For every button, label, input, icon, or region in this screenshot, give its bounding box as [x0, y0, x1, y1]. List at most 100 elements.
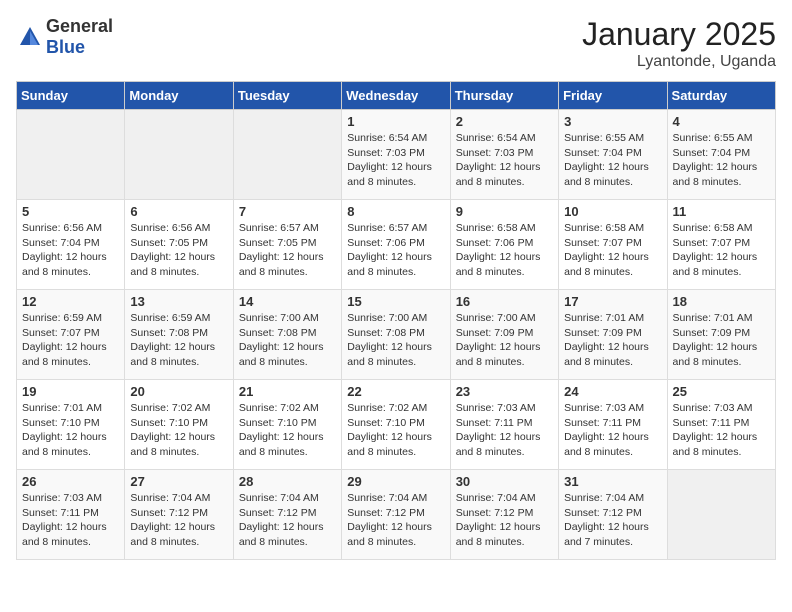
- day-number: 17: [564, 294, 661, 309]
- day-number: 12: [22, 294, 119, 309]
- cell-daylight-info: Sunrise: 6:58 AMSunset: 7:06 PMDaylight:…: [456, 221, 553, 280]
- day-number: 1: [347, 114, 444, 129]
- cell-daylight-info: Sunrise: 6:54 AMSunset: 7:03 PMDaylight:…: [456, 131, 553, 190]
- day-number: 3: [564, 114, 661, 129]
- cell-daylight-info: Sunrise: 7:01 AMSunset: 7:10 PMDaylight:…: [22, 401, 119, 460]
- calendar-week-row: 1 Sunrise: 6:54 AMSunset: 7:03 PMDaylight…: [17, 110, 776, 200]
- cell-daylight-info: Sunrise: 6:59 AMSunset: 7:08 PMDaylight:…: [130, 311, 227, 370]
- cell-daylight-info: Sunrise: 7:02 AMSunset: 7:10 PMDaylight:…: [347, 401, 444, 460]
- day-number: 21: [239, 384, 336, 399]
- cell-daylight-info: Sunrise: 7:00 AMSunset: 7:08 PMDaylight:…: [347, 311, 444, 370]
- day-number: 9: [456, 204, 553, 219]
- calendar-cell: 12 Sunrise: 6:59 AMSunset: 7:07 PMDayligh…: [17, 290, 125, 380]
- day-number: 5: [22, 204, 119, 219]
- location-subtitle: Lyantonde, Uganda: [582, 53, 776, 71]
- calendar-cell: [125, 110, 233, 200]
- logo-blue: Blue: [46, 37, 85, 57]
- day-header-saturday: Saturday: [667, 82, 775, 110]
- day-header-sunday: Sunday: [17, 82, 125, 110]
- calendar-cell: 3 Sunrise: 6:55 AMSunset: 7:04 PMDaylight…: [559, 110, 667, 200]
- cell-daylight-info: Sunrise: 6:56 AMSunset: 7:04 PMDaylight:…: [22, 221, 119, 280]
- calendar-cell: 1 Sunrise: 6:54 AMSunset: 7:03 PMDaylight…: [342, 110, 450, 200]
- calendar-week-row: 5 Sunrise: 6:56 AMSunset: 7:04 PMDaylight…: [17, 200, 776, 290]
- day-number: 19: [22, 384, 119, 399]
- day-number: 14: [239, 294, 336, 309]
- calendar-cell: 9 Sunrise: 6:58 AMSunset: 7:06 PMDaylight…: [450, 200, 558, 290]
- logo-general: General: [46, 16, 113, 36]
- calendar-week-row: 26 Sunrise: 7:03 AMSunset: 7:11 PMDayligh…: [17, 470, 776, 560]
- calendar-cell: 13 Sunrise: 6:59 AMSunset: 7:08 PMDayligh…: [125, 290, 233, 380]
- cell-daylight-info: Sunrise: 7:03 AMSunset: 7:11 PMDaylight:…: [22, 491, 119, 550]
- calendar-cell: 25Sunrise: 7:03 AMSunset: 7:11 PMDayligh…: [667, 380, 775, 470]
- day-number: 28: [239, 474, 336, 489]
- cell-daylight-info: Sunrise: 6:59 AMSunset: 7:07 PMDaylight:…: [22, 311, 119, 370]
- logo: General Blue: [16, 16, 113, 58]
- cell-daylight-info: Sunrise: 7:02 AMSunset: 7:10 PMDaylight:…: [239, 401, 336, 460]
- cell-daylight-info: Sunrise: 7:04 AMSunset: 7:12 PMDaylight:…: [456, 491, 553, 550]
- day-number: 26: [22, 474, 119, 489]
- logo-text: General Blue: [46, 16, 113, 58]
- cell-daylight-info: Sunrise: 7:03 AMSunset: 7:11 PMDaylight:…: [456, 401, 553, 460]
- day-number: 29: [347, 474, 444, 489]
- calendar-cell: 15 Sunrise: 7:00 AMSunset: 7:08 PMDayligh…: [342, 290, 450, 380]
- cell-daylight-info: Sunrise: 7:04 AMSunset: 7:12 PMDaylight:…: [564, 491, 661, 550]
- page-header: General Blue January 2025 Lyantonde, Uga…: [16, 16, 776, 71]
- cell-daylight-info: Sunrise: 6:55 AMSunset: 7:04 PMDaylight:…: [564, 131, 661, 190]
- calendar-cell: 19 Sunrise: 7:01 AMSunset: 7:10 PMDayligh…: [17, 380, 125, 470]
- cell-daylight-info: Sunrise: 7:04 AMSunset: 7:12 PMDaylight:…: [130, 491, 227, 550]
- cell-daylight-info: Sunrise: 7:00 AMSunset: 7:09 PMDaylight:…: [456, 311, 553, 370]
- cell-daylight-info: Sunrise: 6:56 AMSunset: 7:05 PMDaylight:…: [130, 221, 227, 280]
- calendar-header-row: SundayMondayTuesdayWednesdayThursdayFrid…: [17, 82, 776, 110]
- day-number: 4: [673, 114, 770, 129]
- title-block: January 2025 Lyantonde, Uganda: [582, 16, 776, 71]
- cell-daylight-info: Sunrise: 7:01 AMSunset: 7:09 PMDaylight:…: [564, 311, 661, 370]
- day-number: 6: [130, 204, 227, 219]
- day-number: 10: [564, 204, 661, 219]
- cell-daylight-info: Sunrise: 6:58 AMSunset: 7:07 PMDaylight:…: [564, 221, 661, 280]
- calendar-cell: 30 Sunrise: 7:04 AMSunset: 7:12 PMDayligh…: [450, 470, 558, 560]
- calendar-cell: 23 Sunrise: 7:03 AMSunset: 7:11 PMDayligh…: [450, 380, 558, 470]
- calendar-cell: 14 Sunrise: 7:00 AMSunset: 7:08 PMDayligh…: [233, 290, 341, 380]
- calendar-cell: 24 Sunrise: 7:03 AMSunset: 7:11 PMDayligh…: [559, 380, 667, 470]
- day-number: 8: [347, 204, 444, 219]
- day-header-friday: Friday: [559, 82, 667, 110]
- calendar-cell: 8 Sunrise: 6:57 AMSunset: 7:06 PMDaylight…: [342, 200, 450, 290]
- calendar-cell: 29Sunrise: 7:04 AMSunset: 7:12 PMDayligh…: [342, 470, 450, 560]
- day-number: 24: [564, 384, 661, 399]
- cell-daylight-info: Sunrise: 6:57 AMSunset: 7:06 PMDaylight:…: [347, 221, 444, 280]
- day-number: 16: [456, 294, 553, 309]
- calendar-cell: 6 Sunrise: 6:56 AMSunset: 7:05 PMDaylight…: [125, 200, 233, 290]
- cell-daylight-info: Sunrise: 6:57 AMSunset: 7:05 PMDaylight:…: [239, 221, 336, 280]
- day-number: 30: [456, 474, 553, 489]
- cell-daylight-info: Sunrise: 7:01 AMSunset: 7:09 PMDaylight:…: [673, 311, 770, 370]
- calendar-cell: [667, 470, 775, 560]
- calendar-cell: 5 Sunrise: 6:56 AMSunset: 7:04 PMDaylight…: [17, 200, 125, 290]
- calendar-cell: 10 Sunrise: 6:58 AMSunset: 7:07 PMDayligh…: [559, 200, 667, 290]
- cell-daylight-info: Sunrise: 6:54 AMSunset: 7:03 PMDaylight:…: [347, 131, 444, 190]
- day-number: 18: [673, 294, 770, 309]
- calendar-cell: 4Sunrise: 6:55 AMSunset: 7:04 PMDaylight…: [667, 110, 775, 200]
- calendar-cell: 18 Sunrise: 7:01 AMSunset: 7:09 PMDayligh…: [667, 290, 775, 380]
- day-header-tuesday: Tuesday: [233, 82, 341, 110]
- calendar-cell: 17 Sunrise: 7:01 AMSunset: 7:09 PMDayligh…: [559, 290, 667, 380]
- calendar-cell: 28 Sunrise: 7:04 AMSunset: 7:12 PMDayligh…: [233, 470, 341, 560]
- cell-daylight-info: Sunrise: 7:03 AMSunset: 7:11 PMDaylight:…: [564, 401, 661, 460]
- day-number: 27: [130, 474, 227, 489]
- logo-icon: [16, 23, 44, 51]
- day-header-thursday: Thursday: [450, 82, 558, 110]
- day-number: 23: [456, 384, 553, 399]
- day-number: 15: [347, 294, 444, 309]
- cell-daylight-info: Sunrise: 7:00 AMSunset: 7:08 PMDaylight:…: [239, 311, 336, 370]
- cell-daylight-info: Sunrise: 7:02 AMSunset: 7:10 PMDaylight:…: [130, 401, 227, 460]
- day-number: 2: [456, 114, 553, 129]
- month-title: January 2025: [582, 16, 776, 53]
- calendar-cell: 16 Sunrise: 7:00 AMSunset: 7:09 PMDayligh…: [450, 290, 558, 380]
- day-number: 13: [130, 294, 227, 309]
- calendar-cell: 11Sunrise: 6:58 AMSunset: 7:07 PMDayligh…: [667, 200, 775, 290]
- calendar-cell: [17, 110, 125, 200]
- day-header-wednesday: Wednesday: [342, 82, 450, 110]
- calendar-cell: 7Sunrise: 6:57 AMSunset: 7:05 PMDaylight…: [233, 200, 341, 290]
- calendar-cell: 21 Sunrise: 7:02 AMSunset: 7:10 PMDayligh…: [233, 380, 341, 470]
- cell-daylight-info: Sunrise: 7:04 AMSunset: 7:12 PMDaylight:…: [239, 491, 336, 550]
- calendar-week-row: 12 Sunrise: 6:59 AMSunset: 7:07 PMDayligh…: [17, 290, 776, 380]
